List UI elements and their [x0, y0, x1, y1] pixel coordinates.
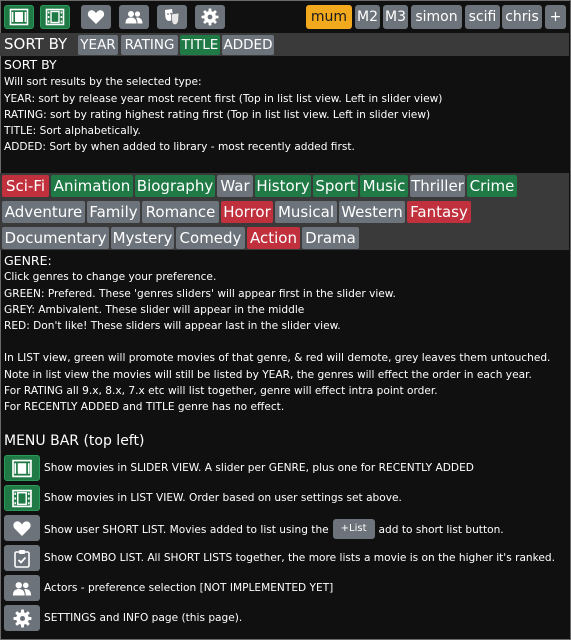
user-button-simon[interactable]: simon [411, 5, 462, 29]
genre-mystery[interactable]: Mystery [111, 227, 174, 249]
genre-sci-fi[interactable]: Sci-Fi [2, 175, 49, 197]
menu-help-row: Show COMBO LIST. All SHORT LISTS togethe… [4, 545, 564, 571]
genre-biography[interactable]: Biography [135, 175, 215, 197]
menu-help-text: Show movies in SLIDER VIEW. A slider per… [44, 462, 474, 474]
heart-icon [87, 10, 105, 24]
sort-by-label: SORT BY [4, 35, 68, 53]
sort-option-rating[interactable]: RATING [121, 35, 178, 55]
add-user-button[interactable]: + [545, 5, 566, 29]
genre-panel: Sci-Fi Animation Biography War History S… [0, 173, 569, 250]
genre-war[interactable]: War [217, 175, 253, 197]
menu-help-row: Show user SHORT LIST. Movies added to li… [4, 515, 564, 541]
sort-help-line: RATING: sort by rating highest rating fi… [4, 109, 431, 121]
user-button-scifi[interactable]: scifi [465, 5, 500, 29]
sort-option-year[interactable]: YEAR [78, 35, 118, 55]
slider-view-button[interactable] [4, 5, 34, 29]
users-icon [125, 11, 143, 24]
genre-action[interactable]: Action [247, 227, 300, 249]
slider-view-help-button[interactable] [4, 455, 40, 481]
list-view-button[interactable] [40, 5, 70, 29]
menu-help-text: Show user SHORT LIST. Movies added to li… [44, 519, 504, 540]
genre-thriller[interactable]: Thriller [410, 175, 465, 197]
genre-help-line: Click genres to change your preference. [4, 271, 217, 283]
genre-help-line: For RATING all 9.x, 8.x, 7.x etc will li… [4, 385, 438, 397]
list-view-icon [45, 8, 65, 26]
user-button-m2[interactable]: M2 [355, 5, 380, 29]
menu-help-row: Show movies in LIST VIEW. Order based on… [4, 485, 564, 511]
user-button-chris[interactable]: chris [502, 5, 542, 29]
genre-help-title: GENRE: [4, 253, 52, 268]
actors-button[interactable] [119, 5, 149, 29]
sort-option-added[interactable]: ADDED [222, 35, 274, 55]
genre-crime[interactable]: Crime [467, 175, 517, 197]
list-view-icon [12, 489, 32, 507]
sort-bar: SORT BY YEAR RATING TITLE ADDED [0, 33, 569, 56]
short-list-button[interactable] [81, 5, 111, 29]
genre-help-line: RED: Don't like! These sliders will appe… [4, 320, 341, 332]
menu-help-text-after: add to short list button. [378, 524, 504, 536]
combo-list-help-button[interactable] [4, 545, 40, 571]
settings-help-button[interactable] [4, 605, 40, 631]
genre-help-line: For RECENTLY ADDED and TITLE genre has n… [4, 401, 285, 413]
genre-music[interactable]: Music [360, 175, 408, 197]
actors-help-button[interactable] [4, 575, 40, 601]
sort-option-title[interactable]: TITLE [180, 35, 220, 55]
menu-help-text: Show COMBO LIST. All SHORT LISTS togethe… [44, 552, 556, 564]
sort-help-line: Will sort results by the selected type: [4, 76, 202, 88]
add-to-list-button[interactable]: +List [332, 519, 375, 539]
genre-help-line: In LIST view, green will promote movies … [4, 352, 551, 364]
genre-animation[interactable]: Animation [51, 175, 133, 197]
menu-help-text: Show movies in LIST VIEW. Order based on… [44, 492, 402, 504]
user-button-m3[interactable]: M3 [383, 5, 408, 29]
combo-list-button[interactable] [157, 5, 187, 29]
genre-help-line: GREY: Ambivalent. These slider will appe… [4, 304, 305, 316]
users-icon [12, 581, 32, 595]
genre-musical[interactable]: Musical [275, 201, 337, 223]
genre-fantasy[interactable]: Fantasy [407, 201, 471, 223]
sort-help-title: SORT BY [4, 57, 57, 72]
genre-sport[interactable]: Sport [313, 175, 358, 197]
clipboard-icon [14, 549, 30, 568]
sort-help-line: YEAR: sort by release year most recent f… [4, 93, 443, 105]
menu-help-text-before: Show user SHORT LIST. Movies added to li… [44, 524, 329, 536]
user-button-mum[interactable]: mum [306, 5, 352, 29]
genre-history[interactable]: History [255, 175, 311, 197]
genre-horror[interactable]: Horror [221, 201, 273, 223]
genre-help-line: GREEN: Prefered. These 'genres sliders' … [4, 288, 396, 300]
sort-help-line: TITLE: Sort alphabetically. [4, 125, 141, 137]
slider-view-icon [9, 8, 29, 26]
menu-help-row: SETTINGS and INFO page (this page). [4, 605, 564, 631]
genre-comedy[interactable]: Comedy [176, 227, 245, 249]
gear-icon [201, 8, 219, 26]
menu-help-text: Actors - preference selection [NOT IMPLE… [44, 582, 334, 594]
genre-adventure[interactable]: Adventure [2, 201, 85, 223]
menu-help-row: Show movies in SLIDER VIEW. A slider per… [4, 455, 564, 481]
masks-icon [165, 9, 180, 26]
menu-help-text: SETTINGS and INFO page (this page). [44, 612, 243, 624]
genre-help-line: Note in list view the movies will still … [4, 369, 532, 381]
genre-documentary[interactable]: Documentary [2, 227, 109, 249]
menu-help-row: Actors - preference selection [NOT IMPLE… [4, 575, 564, 601]
slider-view-icon [12, 459, 32, 477]
short-list-help-button[interactable] [4, 515, 40, 541]
sort-help-line: ADDED: Sort by when added to library - m… [4, 141, 355, 153]
menu-bar: mum M2 M3 simon scifi chris + [4, 5, 567, 29]
heart-icon [13, 520, 31, 536]
genre-family[interactable]: Family [87, 201, 140, 223]
gear-icon [13, 609, 31, 627]
genre-drama[interactable]: Drama [302, 227, 359, 249]
genre-western[interactable]: Western [339, 201, 405, 223]
menu-bar-help-title: MENU BAR (top left) [4, 433, 145, 449]
settings-button[interactable] [195, 5, 225, 29]
list-view-help-button[interactable] [4, 485, 40, 511]
genre-romance[interactable]: Romance [142, 201, 219, 223]
